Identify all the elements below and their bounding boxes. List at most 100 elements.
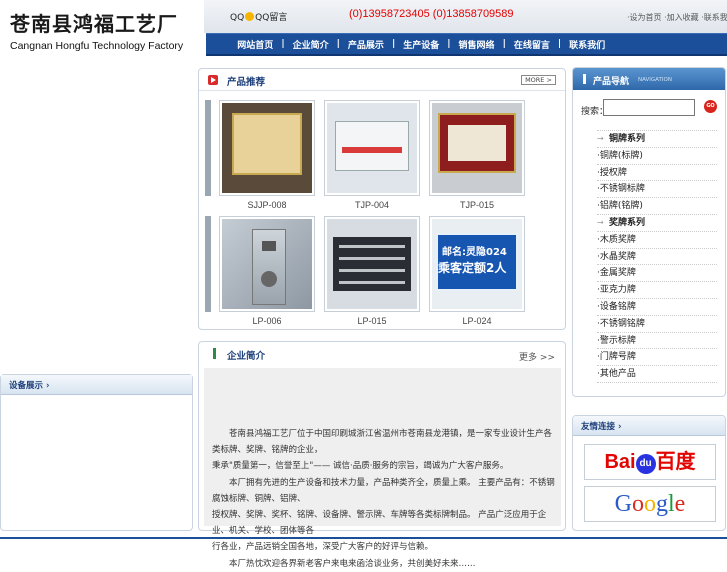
nav-separator: | xyxy=(281,39,285,49)
google-letter: e xyxy=(674,491,686,517)
friend-links-title[interactable]: 友情连接 › xyxy=(573,416,725,436)
nav-sales[interactable]: 销售网络 xyxy=(459,38,495,51)
product-photo xyxy=(222,103,312,193)
product-caption[interactable]: LP-015 xyxy=(324,316,420,326)
product-caption[interactable]: LP-024 xyxy=(429,316,525,326)
go-button[interactable]: GO xyxy=(704,100,717,113)
category-item[interactable]: ·水晶奖牌 xyxy=(597,249,717,266)
category-item[interactable]: ·其他产品 xyxy=(597,366,717,383)
intro-line: 苍南县鸿福工艺厂位于中国印刷城浙江省温州市苍南县龙港镇，是一家专业设计生产各类标… xyxy=(212,429,553,456)
qq-prefix: QQ xyxy=(230,13,245,23)
intro-line: 秉承"质量第一，信誉至上"—— 诚信·品质·服务的宗旨，竭诚为广大客户服务。 xyxy=(212,461,509,472)
friend-links-box: 友情连接 › Bai du 百度 Google xyxy=(572,415,726,531)
google-logo-link[interactable]: Google xyxy=(584,486,716,522)
product-thumb[interactable]: 邮名:灵隐024 乘客定额2人 xyxy=(429,216,525,312)
category-item[interactable]: ·不锈钢铭牌 xyxy=(597,316,717,333)
company-intro-box: 企业简介 更多 >> 苍南县鸿福工艺厂位于中国印刷城浙江省温州市苍南县龙港镇，是… xyxy=(198,341,566,569)
more-button[interactable]: MORE > xyxy=(521,75,556,85)
product-nav-header: 产品导航 NAVIGATION xyxy=(573,68,725,90)
product-thumb[interactable] xyxy=(429,100,525,196)
nav-home[interactable]: 网站首页 xyxy=(237,38,273,51)
product-thumb[interactable] xyxy=(219,216,315,312)
product-photo xyxy=(222,219,312,309)
category-item[interactable]: ·不锈钢标牌 xyxy=(597,181,717,199)
intro-line: 授权牌、奖牌、奖杯、铭牌、设备牌、警示牌、车牌等各类标牌制品。 产品广泛应用于企… xyxy=(212,510,547,537)
category-item[interactable]: ·金属奖牌 xyxy=(597,265,717,283)
intro-body: 苍南县鸿福工艺厂位于中国印刷城浙江省温州市苍南县龙港镇，是一家专业设计生产各类标… xyxy=(204,368,561,569)
products-title: 产品推荐 xyxy=(227,77,266,88)
baidu-logo-text: Bai xyxy=(604,451,636,473)
product-caption[interactable]: LP-006 xyxy=(219,316,315,326)
category-heading[interactable]: 铜牌系列 xyxy=(597,131,717,148)
product-caption[interactable]: SJJP-008 xyxy=(219,200,315,210)
equipment-panel: 设备展示 › xyxy=(0,374,193,531)
product-nav-title: 产品导航 xyxy=(593,77,630,87)
product-thumb[interactable] xyxy=(219,100,315,196)
google-letter: g xyxy=(656,491,668,517)
intro-more-link[interactable]: 更多 >> xyxy=(519,350,555,363)
bar-icon xyxy=(213,348,216,359)
category-heading[interactable]: 奖牌系列 xyxy=(597,215,717,232)
nav-about[interactable]: 企业简介 xyxy=(293,38,329,51)
category-item[interactable]: ·设备铭牌 xyxy=(597,299,717,316)
nav-separator: | xyxy=(391,39,396,49)
nav-separator: | xyxy=(557,39,562,49)
intro-line: 行各业，产品远销全国各地，深受广大客户的好评与信赖。 xyxy=(212,542,434,553)
equipment-panel-title[interactable]: 设备展示 › xyxy=(1,375,192,395)
category-item[interactable]: ·木质奖牌 xyxy=(597,232,717,249)
google-letter: o xyxy=(632,491,644,517)
brand-title-en: Cangnan Hongfu Technology Factory xyxy=(10,40,184,52)
nav-separator: | xyxy=(447,39,451,49)
brand-title-cn: 苍南县鸿福工艺厂 xyxy=(10,12,178,36)
google-letter: G xyxy=(614,491,632,517)
product-thumb-partial[interactable] xyxy=(205,100,211,196)
product-photo: 邮名:灵隐024 乘客定额2人 xyxy=(432,219,522,309)
top-links[interactable]: ·设为首页 ·加入收藏 ·联系我们 xyxy=(627,12,727,23)
baidu-logo-text: 百度 xyxy=(655,451,696,473)
product-thumb[interactable] xyxy=(324,216,420,312)
product-photo xyxy=(327,103,417,193)
intro-title: 企业简介 xyxy=(227,351,266,362)
google-letter: o xyxy=(644,491,656,517)
category-item[interactable]: ·门牌号牌 xyxy=(597,349,717,367)
product-thumb-partial[interactable] xyxy=(205,216,211,312)
footer-divider xyxy=(0,537,727,539)
products-header: 产品推荐 MORE > xyxy=(199,69,565,91)
play-icon xyxy=(208,75,218,85)
qq-contact[interactable]: QQ QQ留言 xyxy=(230,10,287,23)
product-photo xyxy=(327,219,417,309)
intro-header: 企业简介 更多 >> xyxy=(199,342,565,364)
qq-label[interactable]: QQ留言 xyxy=(255,13,287,23)
phone-numbers: (0)13958723405 (0)13858709589 xyxy=(349,8,514,20)
intro-line: 本厂拥有先进的生产设备和技术力量，产品种类齐全，质量上乘。 主要产品有：不锈钢腐… xyxy=(212,477,555,504)
baidu-logo-link[interactable]: Bai du 百度 xyxy=(584,444,716,480)
product-caption[interactable]: TJP-015 xyxy=(429,200,525,210)
category-item[interactable]: ·铝牌(铭牌) xyxy=(597,198,717,215)
nav-contact[interactable]: 联系我们 xyxy=(569,38,605,51)
nav-equipment[interactable]: 生产设备 xyxy=(403,38,439,51)
baidu-paw-icon: du xyxy=(635,454,656,474)
nav-separator: | xyxy=(502,39,506,49)
nav-separator: | xyxy=(336,39,340,49)
main-nav: | 网站首页| 企业简介| 产品展示| 生产设备| 销售网络| 在线留言| 联系… xyxy=(206,33,727,56)
product-nav-subtitle: NAVIGATION xyxy=(638,77,672,83)
nav-products[interactable]: 产品展示 xyxy=(348,38,384,51)
plaque-text: 乘客定额2人 xyxy=(438,261,507,275)
google-letter: l xyxy=(668,491,675,517)
category-item[interactable]: ·亚克力牌 xyxy=(597,282,717,299)
product-photo xyxy=(432,103,522,193)
product-nav-box: 产品导航 NAVIGATION 搜索： GO 铜牌系列 ·铜牌(标牌) ·授权牌… xyxy=(572,67,726,397)
category-item[interactable]: ·警示标牌 xyxy=(597,333,717,350)
search-input[interactable] xyxy=(603,99,695,116)
intro-line: 本厂热忱欢迎各界新老客户来电来函洽谈业务，共创美好未来…… xyxy=(212,558,476,569)
category-list: 铜牌系列 ·铜牌(标牌) ·授权牌 ·不锈钢标牌 ·铝牌(铭牌) 奖牌系列 ·木… xyxy=(597,130,717,383)
products-box: 产品推荐 MORE > SJJP-008 TJP-004 TJP-015 邮名:… xyxy=(198,68,566,330)
category-item[interactable]: ·授权牌 xyxy=(597,165,717,182)
category-item[interactable]: ·铜牌(标牌) xyxy=(597,148,717,165)
product-thumb[interactable] xyxy=(324,100,420,196)
qq-penguin-icon xyxy=(245,12,255,21)
plaque-text: 邮名:灵隐024 xyxy=(442,247,507,258)
product-caption[interactable]: TJP-004 xyxy=(324,200,420,210)
bar-icon xyxy=(583,74,586,84)
nav-message[interactable]: 在线留言 xyxy=(514,38,550,51)
